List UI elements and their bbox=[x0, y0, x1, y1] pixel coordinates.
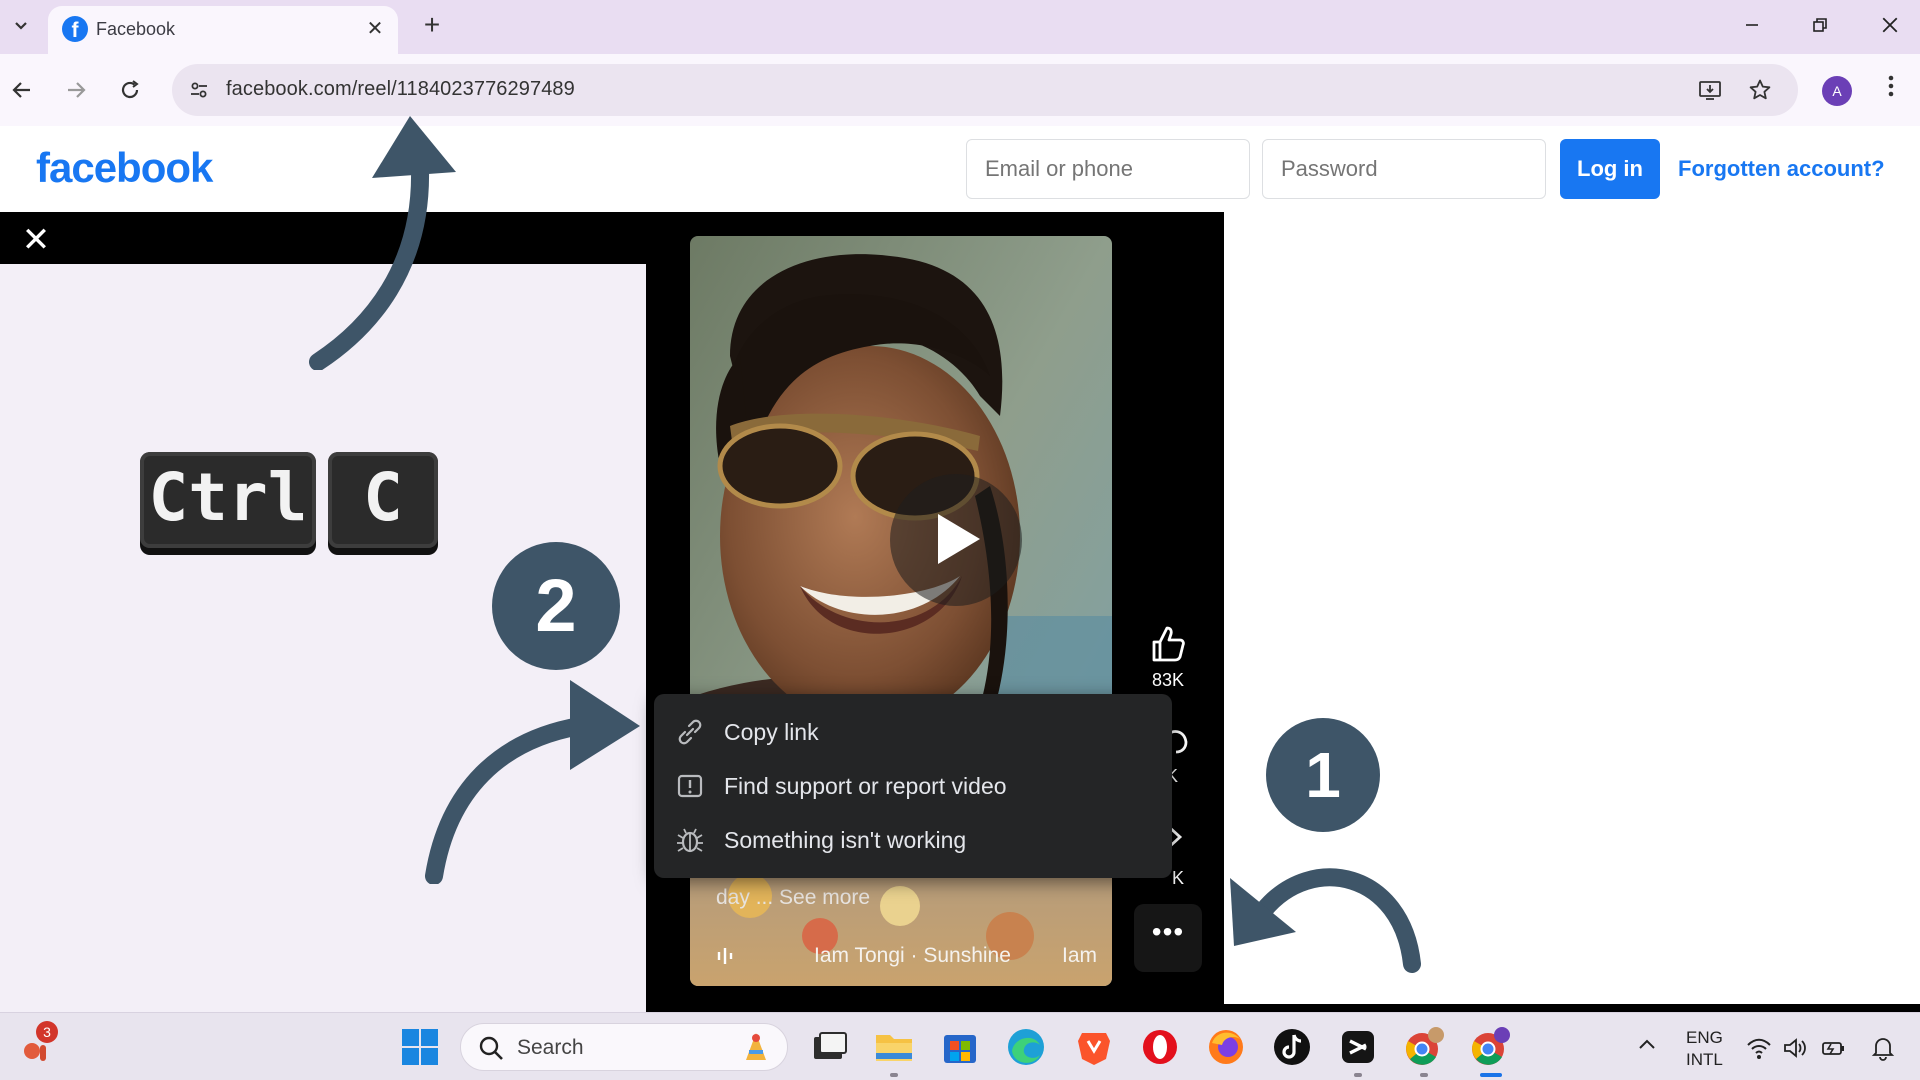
task-view-icon[interactable] bbox=[808, 1025, 852, 1069]
reload-button[interactable] bbox=[112, 72, 148, 108]
notification-badge: 3 bbox=[36, 1021, 58, 1043]
right-panel bbox=[1224, 212, 1920, 1012]
forgot-account-link[interactable]: Forgotten account? bbox=[1678, 156, 1885, 182]
lang-line-2: INTL bbox=[1686, 1050, 1723, 1069]
ctrl-key-graphic: Ctrl bbox=[140, 452, 316, 548]
lang-line-1: ENG bbox=[1686, 1028, 1723, 1047]
link-icon bbox=[678, 719, 702, 745]
minimize-icon bbox=[1746, 24, 1758, 26]
browser-toolbar: facebook.com/reel/1184023776297489 A bbox=[0, 54, 1920, 126]
windows-taskbar: 3 Search ENG INTL bbox=[0, 1012, 1920, 1080]
bookmark-button[interactable] bbox=[1744, 74, 1776, 106]
firefox-browser-icon[interactable] bbox=[1204, 1025, 1248, 1069]
new-tab-button[interactable]: + bbox=[416, 8, 448, 42]
reload-icon bbox=[121, 80, 139, 99]
chrome-profile-icon[interactable] bbox=[1402, 1025, 1446, 1069]
music-artist: Iam bbox=[1062, 944, 1098, 967]
profile-avatar[interactable]: A bbox=[1822, 76, 1852, 106]
play-button[interactable] bbox=[890, 474, 1022, 606]
password-field[interactable] bbox=[1262, 139, 1546, 199]
running-indicator bbox=[1354, 1073, 1362, 1077]
minimize-button[interactable] bbox=[1730, 8, 1774, 42]
audio-wave-icon bbox=[717, 948, 733, 964]
play-icon bbox=[938, 514, 980, 564]
close-icon bbox=[1882, 17, 1898, 33]
chevron-up-icon bbox=[1639, 1039, 1655, 1049]
tune-icon bbox=[191, 82, 207, 98]
reel-options-menu: Copy link Find support or report video S… bbox=[654, 694, 1172, 878]
tiktok-app-icon[interactable] bbox=[1270, 1025, 1314, 1069]
c-key-graphic: C bbox=[328, 452, 438, 548]
menu-item-copy-link[interactable]: Copy link bbox=[654, 704, 1172, 758]
kebab-menu-icon bbox=[1888, 75, 1894, 97]
battery-icon[interactable] bbox=[1820, 1035, 1846, 1061]
report-icon bbox=[677, 774, 703, 798]
menu-item-report-video[interactable]: Find support or report video bbox=[654, 758, 1172, 812]
address-bar[interactable]: facebook.com/reel/1184023776297489 bbox=[172, 64, 1798, 116]
windows-start-icon[interactable] bbox=[400, 1027, 440, 1067]
viewer-bottom-edge bbox=[646, 1004, 1920, 1012]
install-app-icon bbox=[1699, 81, 1721, 100]
more-options-button[interactable]: ••• bbox=[1134, 904, 1202, 972]
search-highlight-icon bbox=[746, 1033, 766, 1060]
menu-item-label: Copy link bbox=[724, 719, 819, 745]
like-icon[interactable] bbox=[1146, 622, 1190, 666]
viewer-close-button[interactable]: ✕ bbox=[18, 222, 54, 258]
input-language-indicator[interactable]: ENG INTL bbox=[1686, 1027, 1723, 1071]
window-close-button[interactable] bbox=[1868, 8, 1912, 42]
browser-menu-button[interactable] bbox=[1876, 72, 1906, 108]
tab-close-button[interactable]: ✕ bbox=[364, 18, 386, 40]
restore-icon bbox=[1813, 18, 1827, 32]
facebook-header: facebook Log in Forgotten account? bbox=[0, 126, 1920, 212]
forward-button[interactable] bbox=[58, 72, 94, 108]
site-info-button[interactable] bbox=[182, 73, 216, 107]
notification-bell-icon[interactable] bbox=[1870, 1035, 1896, 1061]
email-field[interactable] bbox=[966, 139, 1250, 199]
back-button[interactable] bbox=[4, 72, 40, 108]
music-track: Iam Tongi · Sunshine bbox=[814, 944, 1011, 967]
opera-browser-icon[interactable] bbox=[1138, 1025, 1182, 1069]
like-count: 83K bbox=[1151, 670, 1185, 690]
facebook-favicon-icon: f bbox=[62, 16, 88, 42]
wifi-icon[interactable] bbox=[1746, 1035, 1772, 1061]
install-app-button[interactable] bbox=[1694, 74, 1726, 106]
share-count: K bbox=[1172, 868, 1185, 888]
browser-tab-facebook[interactable]: f Facebook ✕ bbox=[48, 6, 398, 54]
taskbar-search-box[interactable]: Search bbox=[460, 1023, 788, 1071]
menu-item-something-wrong[interactable]: Something isn't working bbox=[654, 812, 1172, 866]
taskbar-search-label: Search bbox=[517, 1036, 584, 1059]
browser-tab-bar: f Facebook ✕ + bbox=[0, 0, 1920, 54]
chevron-down-icon bbox=[15, 22, 27, 30]
running-indicator bbox=[890, 1073, 898, 1077]
tab-title: Facebook bbox=[96, 19, 176, 39]
tray-overflow-chevron[interactable] bbox=[1636, 1033, 1658, 1055]
menu-item-label: Something isn't working bbox=[724, 827, 967, 853]
chrome-active-icon[interactable] bbox=[1468, 1025, 1512, 1069]
running-indicator bbox=[1420, 1073, 1428, 1077]
arrow-right-icon bbox=[68, 82, 86, 98]
step-two-badge: 2 bbox=[492, 542, 620, 670]
star-icon bbox=[1749, 79, 1771, 100]
volume-icon[interactable] bbox=[1782, 1035, 1808, 1061]
capcut-app-icon[interactable] bbox=[1336, 1025, 1380, 1069]
restore-button[interactable] bbox=[1798, 8, 1842, 42]
tab-search-button[interactable] bbox=[4, 8, 38, 42]
step-one-badge: 1 bbox=[1266, 718, 1380, 832]
menu-item-label: Find support or report video bbox=[724, 773, 1007, 799]
edge-browser-icon[interactable] bbox=[1004, 1025, 1048, 1069]
reel-caption[interactable]: day ... See more bbox=[716, 886, 870, 910]
search-icon bbox=[479, 1036, 503, 1060]
arrow-left-icon bbox=[12, 82, 30, 98]
facebook-logo[interactable]: facebook bbox=[36, 144, 213, 192]
brave-browser-icon[interactable] bbox=[1072, 1025, 1116, 1069]
login-button[interactable]: Log in bbox=[1560, 139, 1660, 199]
url-text[interactable]: facebook.com/reel/1184023776297489 bbox=[226, 78, 575, 101]
file-explorer-icon[interactable] bbox=[872, 1025, 916, 1069]
active-indicator bbox=[1480, 1073, 1502, 1077]
microsoft-store-icon[interactable] bbox=[938, 1025, 982, 1069]
bug-icon bbox=[677, 828, 703, 853]
